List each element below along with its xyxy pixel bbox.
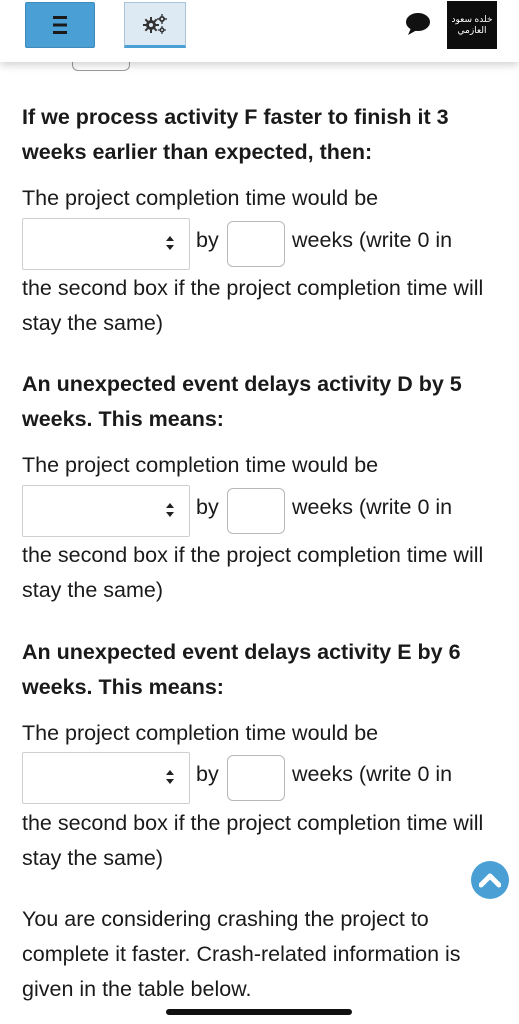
question-2-heading: An unexpected event delays activity D by… xyxy=(22,372,462,431)
question-2-tail: the second box if the project completion… xyxy=(22,543,484,602)
question-3-tail: the second box if the project completion… xyxy=(22,811,484,870)
by-label: by xyxy=(196,762,219,786)
top-navbar: خلده سعود العازمي xyxy=(0,0,519,62)
question-1-weeks-input[interactable] xyxy=(227,221,285,267)
select-arrows-icon xyxy=(166,503,174,517)
weeks-suffix-text: weeks (write 0 in xyxy=(292,228,453,252)
select-arrows-icon xyxy=(166,236,174,250)
question-1-heading: If we process activity F faster to finis… xyxy=(22,105,449,164)
settings-button[interactable] xyxy=(124,2,186,48)
gears-icon xyxy=(143,14,167,34)
crashing-intro-paragraph: You are considering crashing the project… xyxy=(22,907,461,1001)
question-1-tail: the second box if the project completion… xyxy=(22,276,484,335)
messages-button[interactable] xyxy=(405,12,431,41)
question-3-heading: An unexpected event delays activity E by… xyxy=(22,640,461,699)
weeks-suffix-text: weeks (write 0 in xyxy=(292,495,453,519)
question-2-weeks-input[interactable] xyxy=(227,488,285,534)
question-2-lead: The project completion time would be xyxy=(22,453,379,477)
user-profile-badge[interactable]: خلده سعود العازمي xyxy=(447,1,497,49)
weeks-suffix-text: weeks (write 0 in xyxy=(292,762,453,786)
question-3-answer-row: by weeks (write 0 in xyxy=(22,752,502,804)
home-indicator[interactable] xyxy=(166,1009,352,1015)
user-name-line1: خلده سعود xyxy=(451,14,493,24)
speech-bubble-icon xyxy=(406,13,430,35)
by-label: by xyxy=(196,495,219,519)
user-name-line2: العازمي xyxy=(457,25,487,35)
question-1-answer-row: by weeks (write 0 in xyxy=(22,218,502,270)
question-1-lead: The project completion time would be xyxy=(22,186,379,210)
chevron-up-icon xyxy=(479,873,501,888)
question-3-direction-select[interactable] xyxy=(22,752,190,804)
by-label: by xyxy=(196,228,219,252)
question-3-lead: The project completion time would be xyxy=(22,721,379,745)
question-2-direction-select[interactable] xyxy=(22,485,190,537)
select-arrows-icon xyxy=(166,770,174,784)
question-2-answer-row: by weeks (write 0 in xyxy=(22,485,502,537)
question-1-direction-select[interactable] xyxy=(22,218,190,270)
menu-button[interactable] xyxy=(25,2,95,48)
hamburger-icon xyxy=(53,16,67,34)
question-3-weeks-input[interactable] xyxy=(227,755,285,801)
scroll-to-top-button[interactable] xyxy=(471,861,509,899)
